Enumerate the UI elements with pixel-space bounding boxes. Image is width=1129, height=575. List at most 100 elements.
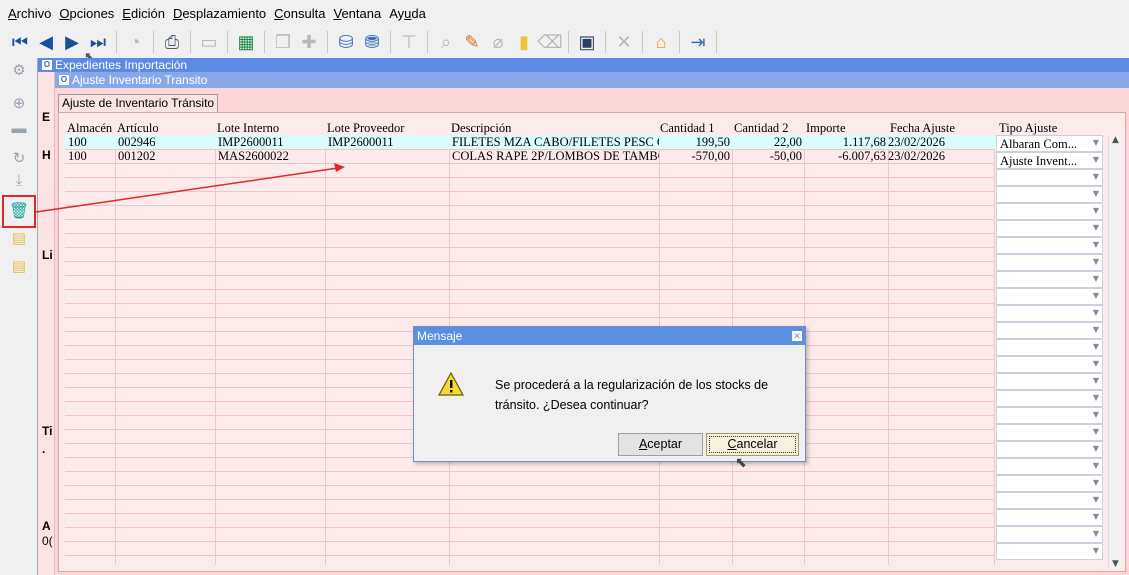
database-icon[interactable]: ⛁	[334, 30, 358, 54]
tipo-ajuste-select[interactable]: ▼	[996, 203, 1103, 220]
cell-fecha[interactable]: 23/02/2026	[885, 149, 991, 163]
menu-ventana[interactable]: Ventana	[329, 6, 385, 21]
tipo-ajuste-select[interactable]: ▼	[996, 169, 1103, 186]
tipo-ajuste-select[interactable]: ▼	[996, 305, 1103, 322]
menu-edicion[interactable]: Edición	[118, 6, 169, 21]
menu-ayuda[interactable]: Ayuda	[385, 6, 430, 21]
cell-descripcion[interactable]: COLAS RAPE 2P/LOMBOS DE TAMBO	[449, 149, 659, 163]
tipo-ajuste-select[interactable]: ▼	[996, 492, 1103, 509]
tipo-ajuste-select[interactable]: ▼	[996, 475, 1103, 492]
column-header[interactable]: Descripción	[451, 121, 511, 135]
prev-record-icon[interactable]: ◀	[34, 30, 58, 54]
settings-icon[interactable]: ⚙	[9, 60, 29, 80]
tipo-ajuste-select[interactable]: ▼	[996, 186, 1103, 203]
cell-articulo[interactable]: 001202	[115, 149, 215, 163]
tipo-ajuste-select[interactable]: ▼	[996, 390, 1103, 407]
search-icon[interactable]: ⌕	[434, 30, 458, 54]
column-header[interactable]: Fecha Ajuste	[890, 121, 955, 135]
tipo-ajuste-select[interactable]: ▼	[996, 322, 1103, 339]
cell-fecha[interactable]: 23/02/2026	[885, 135, 991, 149]
tipo-ajuste-select[interactable]: ▼	[996, 441, 1103, 458]
tipo-ajuste-select[interactable]: ▼	[996, 543, 1103, 560]
chart-icon[interactable]: ◔	[123, 30, 147, 54]
menu-archivo[interactable]: Archivo	[4, 6, 55, 21]
cell-lote-interno[interactable]: MAS2600022	[215, 149, 325, 163]
column-header[interactable]: Almacén	[67, 121, 112, 135]
cell-cantidad2[interactable]: 22,00	[732, 135, 804, 149]
excel-icon[interactable]: ▦	[234, 30, 258, 54]
menu-desplazamiento[interactable]: Desplazamiento	[169, 6, 270, 21]
add-icon[interactable]: ✚	[297, 30, 321, 54]
edit-icon[interactable]: ✎	[460, 30, 484, 54]
tipo-ajuste-select[interactable]: Albaran Com... ▼	[996, 135, 1103, 152]
tipo-ajuste-select[interactable]: ▼	[996, 271, 1103, 288]
tipo-ajuste-select[interactable]: Ajuste Invent... ▼	[996, 152, 1103, 169]
cell-cantidad2[interactable]: -50,00	[732, 149, 804, 163]
document2-icon[interactable]: ▤	[9, 256, 29, 276]
cell-importe[interactable]: 1.117,68	[804, 135, 888, 149]
home-icon[interactable]: ⌂	[649, 30, 673, 54]
cell-almacen[interactable]: 100	[65, 135, 115, 149]
tipo-ajuste-select[interactable]: ▼	[996, 407, 1103, 424]
save-icon[interactable]: ▣	[575, 30, 599, 54]
close-icon[interactable]: ✕	[792, 331, 802, 341]
add-circle-icon[interactable]: ⊕	[9, 93, 29, 113]
import-icon[interactable]: ⤓	[9, 170, 29, 190]
column-header[interactable]: Cantidad 1	[660, 121, 715, 135]
tipo-ajuste-select[interactable]: ▼	[996, 424, 1103, 441]
accept-button[interactable]: Aceptar	[618, 433, 703, 456]
cell-importe[interactable]: -6.007,63	[804, 149, 888, 163]
cell-cantidad1[interactable]: -570,00	[659, 149, 732, 163]
cell-articulo[interactable]: 002946	[115, 135, 215, 149]
grid-line	[65, 191, 995, 192]
column-header[interactable]: Importe	[806, 121, 846, 135]
grid-line	[65, 205, 995, 206]
cancel-button[interactable]: Cancelar	[706, 433, 799, 456]
grid-scrollbar[interactable]: ▲ ▼	[1108, 135, 1122, 569]
tipo-ajuste-select[interactable]: ▼	[996, 356, 1103, 373]
tipo-ajuste-select[interactable]: ▼	[996, 373, 1103, 390]
table-row[interactable]: 100 002946 IMP2600011 IMP2600011 FILETES…	[65, 135, 1096, 149]
cell-lote-proveedor[interactable]: IMP2600011	[325, 135, 449, 149]
menu-consulta[interactable]: Consulta	[270, 6, 329, 21]
scroll-up-icon[interactable]: ▲	[1112, 135, 1119, 145]
filter-icon[interactable]: ⊤	[397, 30, 421, 54]
tipo-ajuste-select[interactable]: ▼	[996, 288, 1103, 305]
column-header[interactable]: Lote Interno	[217, 121, 279, 135]
delete-icon[interactable]: ✕	[612, 30, 636, 54]
tipo-ajuste-select[interactable]: ▼	[996, 220, 1103, 237]
folder-icon[interactable]: ▬	[9, 118, 29, 138]
scroll-down-icon[interactable]: ▼	[1112, 559, 1119, 569]
cell-almacen[interactable]: 100	[65, 149, 115, 163]
tipo-ajuste-select[interactable]: ▼	[996, 509, 1103, 526]
menu-opciones[interactable]: Opciones	[55, 6, 118, 21]
cell-descripcion[interactable]: FILETES MZA CABO/FILETES PESC C/	[449, 135, 659, 149]
tipo-ajuste-select[interactable]: ▼	[996, 526, 1103, 543]
note-icon[interactable]: ▮	[512, 30, 536, 54]
refresh-icon[interactable]: ↻	[9, 148, 29, 168]
cell-lote-proveedor[interactable]	[325, 149, 449, 163]
cell-lote-interno[interactable]: IMP2600011	[215, 135, 325, 149]
tipo-ajuste-select[interactable]: ▼	[996, 237, 1103, 254]
eraser-icon[interactable]: ⌀	[486, 30, 510, 54]
cell-cantidad1[interactable]: 199,50	[659, 135, 732, 149]
next-record-icon[interactable]: ▶	[60, 30, 84, 54]
first-record-icon[interactable]: ⏮	[8, 30, 32, 54]
column-header[interactable]: Artículo	[117, 121, 159, 135]
tipo-ajuste-select[interactable]: ▼	[996, 458, 1103, 475]
column-header[interactable]: Lote Proveedor	[327, 121, 404, 135]
tab-ajuste-inventario[interactable]: Ajuste de Inventario Tránsito	[58, 94, 219, 112]
exit-icon[interactable]: ⇥	[686, 30, 710, 54]
print-icon[interactable]: ⎙	[160, 30, 184, 54]
column-header[interactable]: Cantidad 2	[734, 121, 789, 135]
table-row[interactable]: 100 001202 MAS2600022 COLAS RAPE 2P/LOMB…	[65, 149, 1096, 163]
clear-icon[interactable]: ⌫	[537, 30, 562, 54]
copy-icon[interactable]: ❐	[271, 30, 295, 54]
column-header[interactable]: Tipo Ajuste	[999, 121, 1057, 135]
tab-bar: Ajuste de Inventario Tránsito	[55, 92, 1129, 112]
tipo-ajuste-select[interactable]: ▼	[996, 254, 1103, 271]
screen-icon[interactable]: ▭	[197, 30, 221, 54]
document-icon[interactable]: ▤	[9, 228, 29, 248]
tipo-ajuste-select[interactable]: ▼	[996, 339, 1103, 356]
database-save-icon[interactable]: ⛃	[360, 30, 384, 54]
